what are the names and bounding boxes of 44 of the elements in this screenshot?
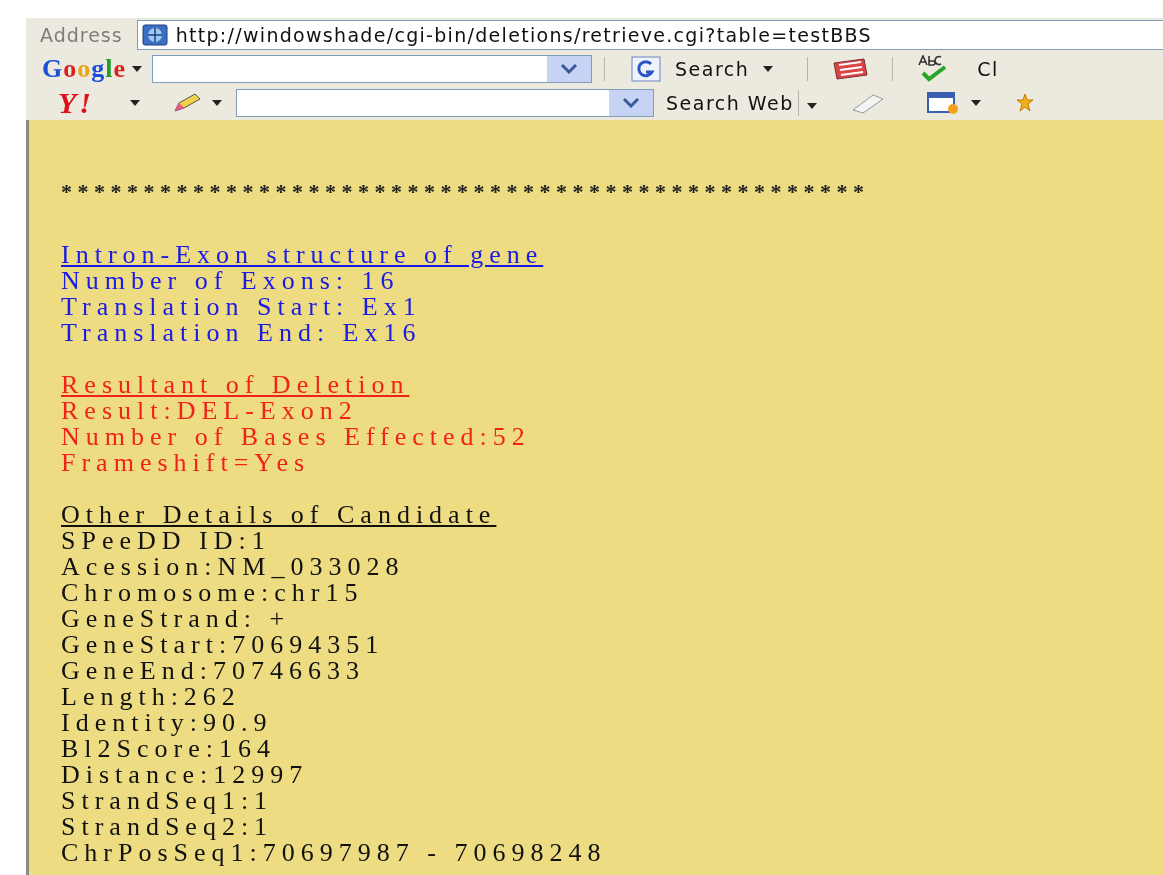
caret-icon[interactable]: [130, 100, 140, 106]
detail-text: SPeeDD ID:1: [61, 528, 272, 554]
section-heading: Resultant of Deletion: [61, 372, 411, 398]
yahoo-logo[interactable]: Y!: [58, 86, 94, 120]
detail-text: Bl2Score:164: [61, 736, 277, 762]
detail-text: Chromosome:chr15: [61, 580, 364, 606]
google-logo[interactable]: Google: [42, 54, 126, 84]
section-heading: Other Details of Candidate: [61, 502, 498, 528]
caret-icon[interactable]: [970, 100, 981, 106]
detail-text: GeneStart:70694351: [61, 632, 386, 658]
detail-text: Number of Bases Effected:52: [61, 424, 532, 450]
caret-icon[interactable]: [763, 66, 774, 72]
toolbar-label[interactable]: Cl: [977, 58, 999, 80]
chevron-icon: [623, 98, 639, 108]
caret-icon[interactable]: [132, 66, 142, 72]
detail-text: Translation End: Ex16: [61, 320, 423, 346]
detail-text: Number of Exons: 16: [61, 268, 401, 294]
detail-text: ChrPosSeq1:70697987 - 70698248: [61, 840, 608, 866]
search-button[interactable]: Search: [675, 58, 750, 80]
address-label: Address: [40, 24, 123, 46]
pencil-icon[interactable]: [172, 92, 202, 114]
search-web-button[interactable]: Search Web: [662, 90, 799, 116]
section-heading: Intron-Exon structure of gene: [61, 242, 545, 268]
detail-text: Identity:90.9: [61, 710, 274, 736]
window-icon[interactable]: [926, 91, 961, 115]
detail-text: Result:DEL-Exon2: [61, 398, 359, 424]
detail-text: GeneStrand: +: [61, 606, 292, 632]
caret-icon[interactable]: [212, 100, 222, 106]
chevron-icon: [561, 64, 577, 74]
detail-text: StrandSeq1:1: [61, 788, 275, 814]
detail-text: Length:262: [61, 684, 242, 710]
detail-text: GeneEnd:70746633: [61, 658, 366, 684]
detail-text: Translation Start: Ex1: [61, 294, 423, 320]
search-field[interactable]: [236, 89, 654, 117]
caret-icon: [806, 102, 817, 109]
detail-text: StrandSeq2:1: [61, 814, 275, 840]
separator-line: * * * * * * * * * * * * * * * * * * * * * * * * * * * * * * * * * * * * * * * * * * * * * * * * *: [61, 180, 865, 204]
search-field[interactable]: [152, 55, 592, 83]
detail-text: Frameshift=Yes: [61, 450, 312, 476]
detail-text: Acession:NM_033028: [61, 554, 406, 580]
detail-text: Distance:12997: [61, 762, 310, 788]
g-icon[interactable]: [631, 56, 661, 82]
star-icon[interactable]: [1016, 92, 1033, 114]
address-field[interactable]: http://windowshade/cgi-bin/deletions/retrieve.cgi?table=testBBS: [136, 20, 1163, 50]
